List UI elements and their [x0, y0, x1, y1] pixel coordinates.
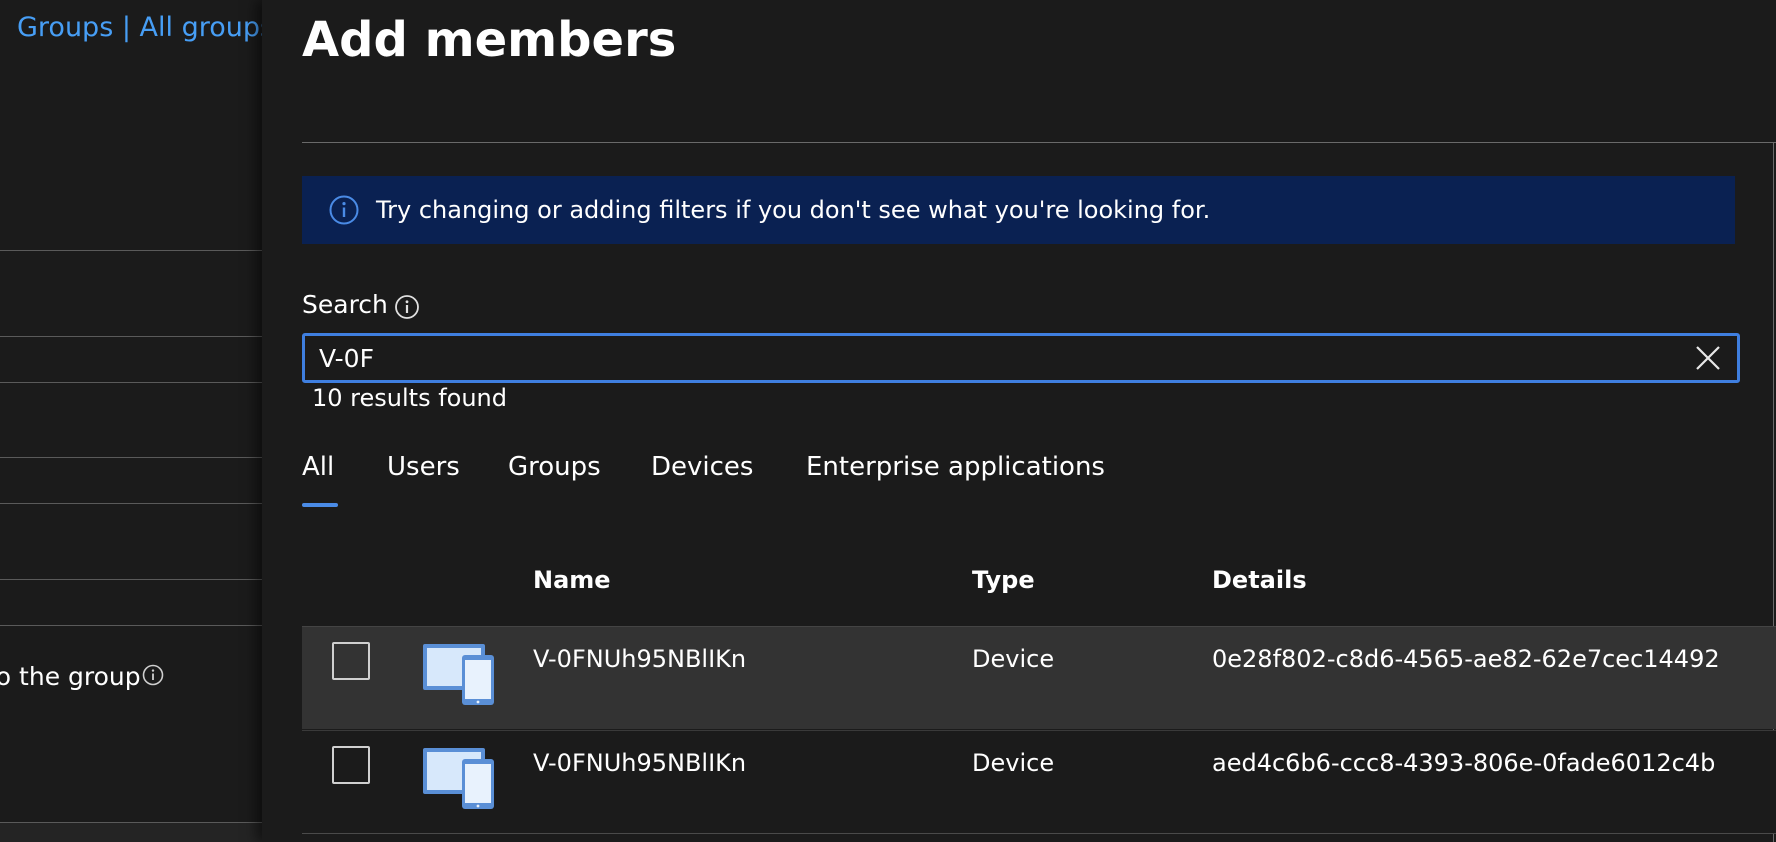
- device-icon: [423, 644, 494, 705]
- divider: [0, 250, 262, 251]
- table-row[interactable]: V-0FNUh95NBlIKn Device 0e28f802-c8d6-456…: [302, 626, 1776, 729]
- row-name: V-0FNUh95NBlIKn: [533, 749, 747, 777]
- row-details: aed4c6b6-ccc8-4393-806e-0fade6012c4b: [1212, 749, 1716, 777]
- info-message: Try changing or adding filters if you do…: [376, 196, 1211, 224]
- row-type: Device: [972, 749, 1055, 777]
- device-icon: [423, 748, 494, 809]
- tab-users[interactable]: Users: [387, 452, 460, 482]
- divider: [0, 503, 262, 504]
- results-count: 10 results found: [312, 384, 507, 412]
- divider: [0, 382, 262, 383]
- divider: [0, 457, 262, 458]
- background-field-label: to the group: [0, 662, 141, 691]
- breadcrumb[interactable]: Groups | All groups: [17, 12, 262, 43]
- divider: [0, 336, 262, 337]
- tab-all[interactable]: All: [302, 452, 334, 482]
- column-header-type[interactable]: Type: [972, 566, 1035, 594]
- row-name: V-0FNUh95NBlIKn: [533, 645, 747, 673]
- background-footer: [0, 823, 262, 842]
- tab-devices[interactable]: Devices: [651, 452, 753, 482]
- info-icon[interactable]: [142, 664, 164, 686]
- row-details: 0e28f802-c8d6-4565-ae82-62e7cec14492: [1212, 645, 1720, 673]
- panel-title: Add members: [302, 12, 677, 68]
- search-input[interactable]: [319, 336, 1659, 380]
- search-box: [302, 333, 1740, 383]
- close-icon[interactable]: [1695, 345, 1721, 371]
- row-checkbox[interactable]: [332, 642, 370, 680]
- row-checkbox[interactable]: [332, 746, 370, 784]
- tab-groups[interactable]: Groups: [508, 452, 601, 482]
- add-members-panel: Add members Try changing or adding filte…: [262, 0, 1776, 842]
- info-icon: [329, 195, 359, 225]
- column-header-name[interactable]: Name: [533, 566, 611, 594]
- info-icon[interactable]: [394, 294, 420, 320]
- info-banner: Try changing or adding filters if you do…: [302, 176, 1735, 244]
- divider: [0, 579, 262, 580]
- search-label: Search: [302, 290, 388, 319]
- tab-enterprise-applications[interactable]: Enterprise applications: [806, 452, 1105, 482]
- divider: [0, 625, 262, 626]
- column-header-details[interactable]: Details: [1212, 566, 1307, 594]
- row-type: Device: [972, 645, 1055, 673]
- tab-selected-indicator: [302, 503, 338, 507]
- table-row[interactable]: V-0FNUh95NBlIKn Device aed4c6b6-ccc8-439…: [302, 730, 1776, 834]
- panel-divider: [302, 142, 1776, 143]
- background-page: Groups | All groups to the group: [0, 0, 262, 842]
